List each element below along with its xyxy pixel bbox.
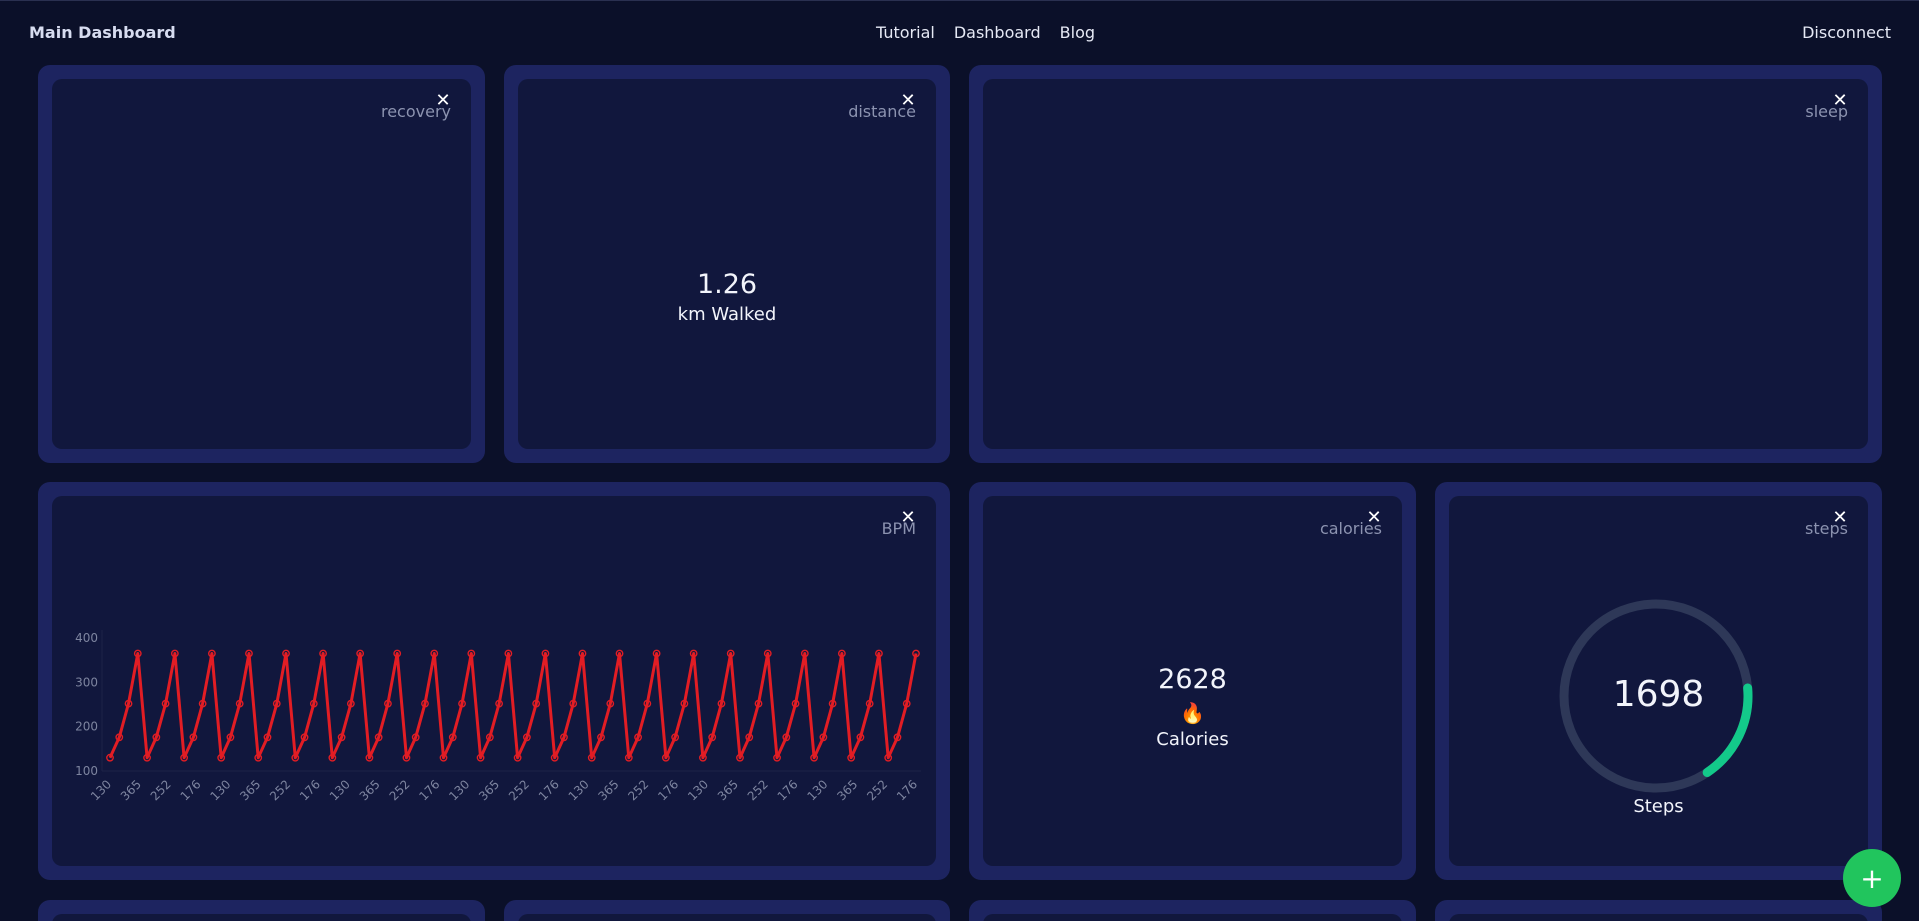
widget-card-bottom-2 — [504, 900, 950, 921]
bpm-series-line — [108, 652, 918, 760]
y-tick-label: 200 — [75, 720, 98, 734]
sleep-panel: ✕ sleep — [983, 79, 1868, 449]
x-tick-label: 176 — [655, 777, 681, 803]
steps-widget: ✕ steps 1698 Steps — [1435, 482, 1882, 880]
bpm-line-chart: 100200300400130 365 252 176 130 365 252 176 130 3… — [75, 630, 921, 803]
panel — [52, 914, 471, 921]
top-navbar: Main Dashboard Tutorial Dashboard Blog D… — [0, 1, 1919, 65]
x-tick-label: 176 — [297, 777, 323, 803]
widget-label: sleep — [1805, 102, 1848, 121]
calories-widget: ✕ calories 2628 🔥 Calories — [969, 482, 1416, 880]
x-tick-label: 130 — [88, 777, 114, 803]
distance-widget: ✕ distance 1.26 km Walked — [504, 65, 950, 463]
widget-label: distance — [848, 102, 916, 121]
main-nav: Tutorial Dashboard Blog — [876, 23, 1095, 42]
distance-unit: km Walked — [677, 304, 777, 325]
recovery-panel: ✕ recovery — [52, 79, 471, 449]
x-tick-label: 176 — [536, 777, 562, 803]
x-tick-label: 365 — [715, 777, 741, 803]
calories-unit: Calories — [1156, 729, 1229, 750]
y-tick-label: 300 — [75, 675, 98, 689]
calories-value: 2628 — [1158, 664, 1227, 695]
bpm-panel: ✕ BPM 100 200 300 400 130 365 252 176 130 365 252 1… — [52, 496, 936, 866]
x-tick-label: 252 — [625, 777, 651, 803]
app-title[interactable]: Main Dashboard — [29, 23, 176, 42]
panel — [1449, 914, 1868, 921]
recovery-widget: ✕ recovery — [38, 65, 485, 463]
x-tick-label: 176 — [775, 777, 801, 803]
x-tick-label: 365 — [476, 777, 502, 803]
x-tick-label: 252 — [387, 777, 413, 803]
x-tick-label: 252 — [506, 777, 532, 803]
x-tick-label: 365 — [237, 777, 263, 803]
widget-label: recovery — [380, 102, 451, 121]
x-tick-label: 252 — [864, 777, 890, 803]
steps-value: 1698 — [1612, 674, 1705, 715]
x-tick-label: 365 — [596, 777, 622, 803]
x-tick-label: 176 — [416, 777, 442, 803]
panel — [518, 914, 936, 921]
x-tick-label: 252 — [148, 777, 174, 803]
x-tick-label: 176 — [894, 777, 920, 803]
panel — [983, 914, 1402, 921]
widget-label: calories — [1319, 519, 1382, 538]
steps-panel: ✕ steps 1698 Steps — [1449, 496, 1868, 866]
disconnect-link[interactable]: Disconnect — [1802, 23, 1891, 42]
x-tick-label: 365 — [834, 777, 860, 803]
x-tick-label: 130 — [207, 777, 233, 803]
x-tick-label: 252 — [267, 777, 293, 803]
sleep-widget: ✕ sleep — [969, 65, 1882, 463]
x-tick-label: 130 — [566, 777, 592, 803]
widget-card-bottom-1 — [38, 900, 485, 921]
x-tick-label: 130 — [327, 777, 353, 803]
distance-panel: ✕ distance 1.26 km Walked — [518, 79, 936, 449]
widget-card-bottom-3 — [969, 900, 1416, 921]
distance-value: 1.26 — [696, 269, 758, 300]
x-tick-label: 365 — [118, 777, 144, 803]
fire-icon: 🔥 — [1180, 701, 1205, 725]
calories-panel: ✕ calories 2628 🔥 Calories — [983, 496, 1402, 866]
x-tick-label: 365 — [357, 777, 383, 803]
steps-unit: Steps — [1633, 796, 1684, 817]
x-tick-label: 130 — [804, 777, 830, 803]
nav-tutorial[interactable]: Tutorial — [876, 23, 935, 42]
x-tick-label: 130 — [685, 777, 711, 803]
bpm-widget: ✕ BPM 100 200 300 400 130 365 252 176 130 365 252 1… — [38, 482, 950, 880]
nav-dashboard[interactable]: Dashboard — [954, 23, 1041, 42]
widget-card-bottom-4 — [1435, 900, 1882, 921]
x-tick-label: 252 — [745, 777, 771, 803]
x-tick-label: 130 — [446, 777, 472, 803]
y-tick-label: 400 — [75, 631, 98, 645]
add-widget-button[interactable]: + — [1843, 849, 1901, 907]
nav-blog[interactable]: Blog — [1060, 23, 1095, 42]
x-tick-label: 176 — [178, 777, 204, 803]
y-tick-label: 100 — [75, 764, 98, 778]
